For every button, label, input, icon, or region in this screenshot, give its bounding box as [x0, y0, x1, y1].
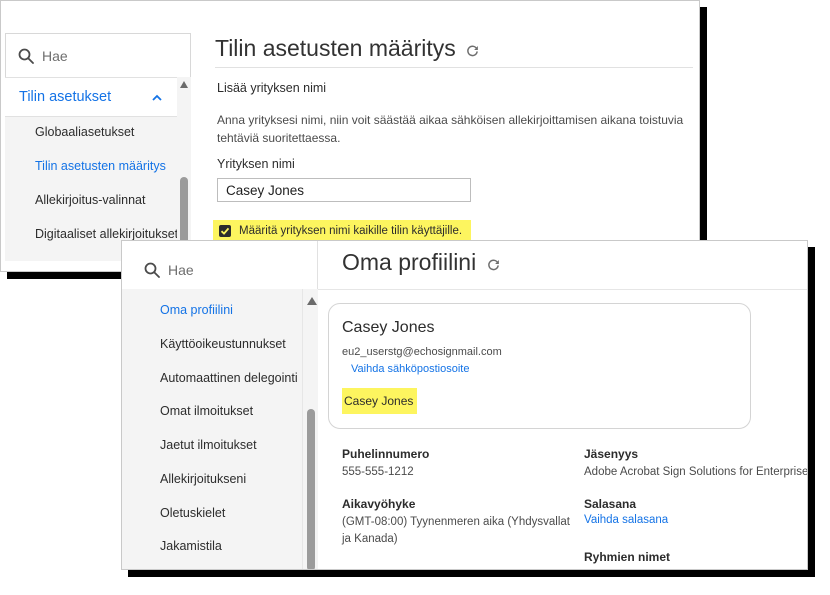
page-title: Oma profiilini	[342, 249, 500, 277]
sidebar-item-my-notifications[interactable]: Omat ilmoitukset	[160, 404, 253, 418]
section-description: Anna yrityksesi nimi, niin voit säästää …	[217, 113, 684, 145]
sidebar-item-my-signatures[interactable]: Allekirjoitukseni	[160, 472, 246, 486]
sidebar-section-account-settings[interactable]: Tilin asetukset	[5, 77, 177, 117]
sidebar-items: Oma profiilini Käyttöoikeustunnukset Aut…	[122, 289, 302, 569]
timezone-label: Aikavyöhyke	[342, 497, 416, 511]
my-profile-panel: Hae Oma profiilini Käyttöoikeustunnukset…	[121, 240, 808, 570]
settings-sidebar: Hae Tilin asetukset Globaaliasetukset Ti…	[5, 33, 191, 261]
apply-to-all-users-label: Määritä yrityksen nimi kaikille tilin kä…	[239, 225, 463, 237]
title-divider	[318, 289, 807, 290]
profile-company-name: Casey Jones	[342, 388, 417, 414]
sidebar-item-sharing-mode[interactable]: Jakamistila	[160, 539, 222, 553]
sidebar-section-label: Tilin asetukset	[19, 89, 112, 105]
phone-label: Puhelinnumero	[342, 447, 430, 461]
account-settings-panel: Hae Tilin asetukset Globaaliasetukset Ti…	[0, 0, 700, 272]
page-title-text: Tilin asetusten määritys	[215, 35, 456, 61]
title-divider	[215, 67, 693, 68]
refresh-icon[interactable]	[487, 250, 500, 277]
sidebar-item-auto-delegation[interactable]: Automaattinen delegointi	[160, 371, 298, 385]
change-password-link[interactable]: Vaihda salasana	[584, 514, 668, 526]
company-name-input[interactable]	[217, 178, 471, 202]
page-title-text: Oma profiilini	[342, 249, 477, 275]
page-title: Tilin asetusten määritys	[215, 35, 479, 63]
checkmark-icon	[220, 227, 230, 235]
sidebar-item-global-settings[interactable]: Globaaliasetukset	[35, 125, 134, 139]
scroll-up-arrow-icon[interactable]	[307, 297, 317, 305]
profile-email: eu2_userstg@echosignmail.com	[342, 346, 502, 358]
apply-to-all-users-option[interactable]: Määritä yrityksen nimi kaikille tilin kä…	[213, 220, 471, 242]
sidebar-search[interactable]: Hae	[122, 241, 318, 289]
search-placeholder: Hae	[168, 262, 194, 278]
profile-card: Casey Jones eu2_userstg@echosignmail.com…	[328, 303, 751, 429]
sidebar-item-default-languages[interactable]: Oletuskielet	[160, 506, 225, 520]
sidebar-scrollbar[interactable]	[177, 77, 191, 261]
section-heading: Lisää yrityksen nimi	[217, 81, 327, 95]
membership-value: Adobe Acrobat Sign Solutions for Enterpr…	[584, 466, 808, 478]
apply-to-all-users-checkbox[interactable]	[219, 225, 231, 237]
timezone-value: (GMT-08:00) Tyynenmeren aika (Yhdysvalla…	[342, 516, 570, 545]
search-icon	[18, 48, 34, 64]
profile-name: Casey Jones	[342, 319, 435, 336]
sidebar-item-account-setup[interactable]: Tilin asetusten määritys	[35, 159, 166, 173]
group-names-label: Ryhmien nimet	[584, 550, 671, 564]
search-icon	[144, 262, 160, 278]
company-name-label: Yrityksen nimi	[217, 157, 295, 171]
sidebar-search[interactable]: Hae	[5, 33, 191, 77]
sidebar-item-my-profile[interactable]: Oma profiilini	[160, 303, 233, 317]
chevron-up-icon	[151, 91, 163, 109]
change-email-link[interactable]: Vaihda sähköpostiosoite	[351, 363, 469, 375]
membership-label: Jäsenyys	[584, 447, 639, 461]
sidebar-item-signature-preferences[interactable]: Allekirjoitus-valinnat	[35, 193, 145, 207]
phone-value: 555-555-1212	[342, 466, 414, 478]
refresh-icon[interactable]	[466, 36, 479, 63]
search-placeholder: Hae	[42, 48, 68, 64]
sidebar-scrollbar[interactable]	[302, 289, 318, 569]
sidebar-item-shared-notifications[interactable]: Jaetut ilmoitukset	[160, 438, 257, 452]
sidebar-item-access-tokens[interactable]: Käyttöoikeustunnukset	[160, 337, 286, 351]
scrollbar-thumb[interactable]	[307, 409, 315, 569]
sidebar-item-digital-signatures[interactable]: Digitaaliset allekirjoitukset	[35, 227, 178, 241]
scroll-up-arrow-icon[interactable]	[180, 81, 188, 88]
password-label: Salasana	[584, 497, 637, 511]
